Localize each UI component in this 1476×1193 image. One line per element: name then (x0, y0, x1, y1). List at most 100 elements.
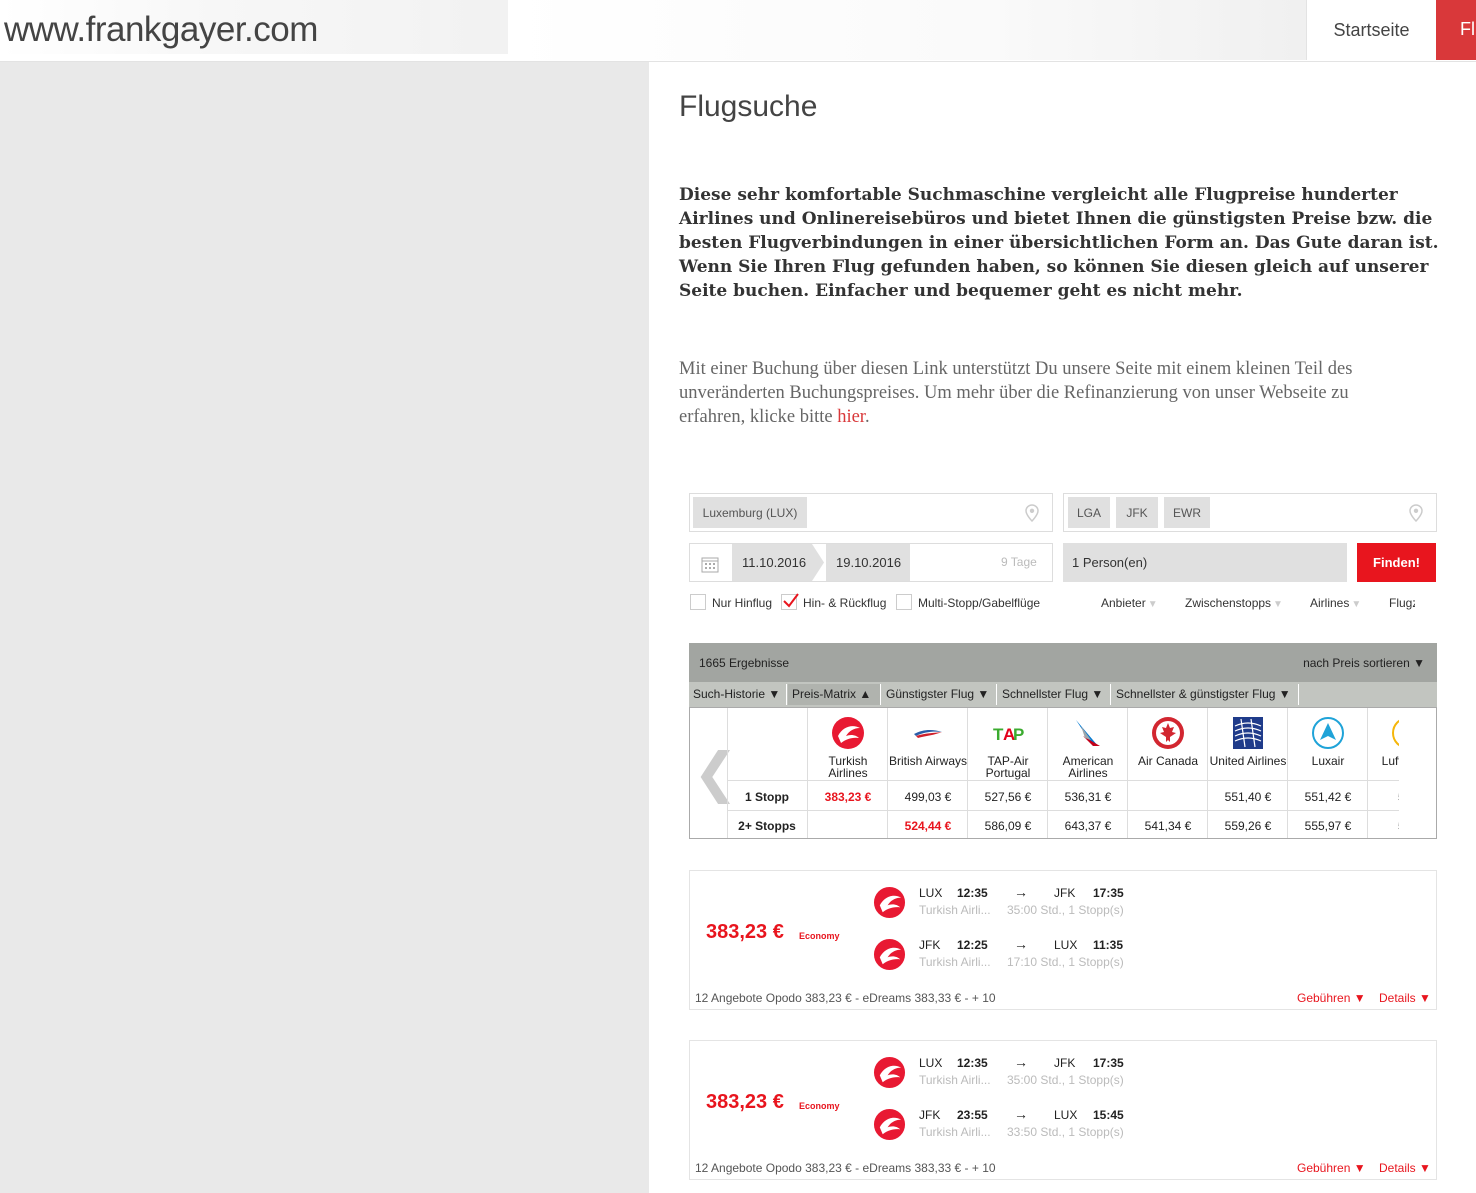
location-pin-icon (1025, 504, 1039, 522)
sort-dropdown[interactable]: nach Preis sortieren ▼ (1303, 656, 1425, 670)
matrix-price-one-stop[interactable]: 551,40 € (1208, 790, 1288, 804)
british-airways-logo-icon (911, 716, 945, 750)
tab-such-historie[interactable]: Such-Historie ▼ (689, 684, 787, 705)
matrix-price-two-stops[interactable]: 586,09 € (968, 819, 1048, 833)
location-pin-icon (1409, 504, 1423, 522)
tab-guenstigster-flug[interactable]: Günstigster Flug ▼ (882, 684, 997, 705)
calendar-icon (701, 557, 719, 573)
matrix-column[interactable]: Air Canada 541,34 € (1127, 708, 1207, 838)
matrix-price-one-stop[interactable]: 383,23 € (808, 790, 888, 804)
details-dropdown[interactable]: Details ▼ (1379, 991, 1431, 1005)
matrix-price-one-stop[interactable]: 551,42 € (1288, 790, 1368, 804)
tab-schnellster-flug[interactable]: Schnellster Flug ▼ (998, 684, 1111, 705)
filter-airlines[interactable]: Airlines ▼ (1310, 596, 1361, 610)
nav-flugsuche[interactable]: Flugsuche (1436, 0, 1476, 60)
date-field[interactable]: 11.10.2016 19.10.2016 (689, 543, 1053, 582)
flight-leg: JFK 23:55 → LUX 15:45 Turkish Airli... 33:50 S… (690, 1105, 1438, 1145)
matrix-price-two-stops[interactable]: 555,97 € (1288, 819, 1368, 833)
united-airlines-logo-icon (1231, 716, 1265, 750)
tab-schnellster-guenstigster[interactable]: Schnellster & günstigster Flug ▼ (1112, 684, 1299, 705)
tab-preis-matrix[interactable]: Preis-Matrix ▲ (788, 684, 881, 705)
matrix-airline-name: Turkish Airlines (828, 754, 868, 780)
matrix-price-two-stops[interactable]: 643,37 € (1048, 819, 1128, 833)
destination-chip-jfk[interactable]: JFK (1116, 497, 1158, 528)
leg-departure-time: 23:55 (957, 1108, 988, 1122)
matrix-column[interactable]: Turkish Airlines 383,23 € (807, 708, 887, 838)
destination-field[interactable]: LGA JFK EWR (1063, 493, 1437, 532)
tap-air-portugal-logo-icon: TAP (991, 716, 1025, 750)
matrix-price-one-stop[interactable]: 499,03 € (888, 790, 968, 804)
matrix-price-two-stops[interactable]: 524,44 € (888, 819, 968, 833)
leg-airline: Turkish Airli... (919, 1073, 991, 1087)
leg-arrow-icon: → (1014, 1106, 1028, 1122)
origin-field[interactable]: Luxemburg (LUX) (689, 493, 1053, 532)
nav-startseite[interactable]: Startseite (1306, 0, 1436, 60)
return-date[interactable]: 19.10.2016 (826, 544, 910, 581)
site-logo[interactable]: www.frankgayer.com (4, 10, 318, 50)
matrix-column[interactable]: British Airways 499,03 € 524,44 € (887, 708, 967, 838)
filter-zwischenstopps[interactable]: Zwischenstopps ▼ (1185, 596, 1283, 610)
matrix-price-two-stops[interactable]: 559,26 € (1208, 819, 1288, 833)
leg-airline: Turkish Airli... (919, 955, 991, 969)
persons-selector[interactable]: 1 Person(en) (1063, 543, 1347, 582)
leg-from: LUX (919, 1056, 943, 1070)
destination-chip-lga[interactable]: LGA (1068, 497, 1110, 528)
label-one-way: Nur Hinflug (712, 596, 773, 610)
leg-to: JFK (1054, 1056, 1076, 1070)
filter-anbieter[interactable]: Anbieter ▼ (1101, 596, 1158, 610)
chevron-down-icon: ▼ (1351, 599, 1362, 610)
offer-providers[interactable]: 12 Angebote Opodo 383,23 € - eDreams 383… (695, 991, 996, 1005)
leg-departure-time: 12:35 (957, 1056, 988, 1070)
offer-providers[interactable]: 12 Angebote Opodo 383,23 € - eDreams 383… (695, 1161, 996, 1175)
leg-arrival-time: 11:35 (1093, 938, 1124, 952)
row-label-two-stops: 2+ Stopps (738, 819, 796, 833)
label-round-trip: Hin- & Rückflug (803, 596, 887, 610)
leg-from: JFK (919, 1108, 941, 1122)
checkbox-multi-stop[interactable] (896, 594, 912, 610)
leg-duration: 33:50 Std., 1 Stopp(s) (1007, 1125, 1124, 1139)
filter-anbieter-label: Anbieter (1101, 596, 1146, 610)
row-label-one-stop: 1 Stopp (745, 790, 789, 804)
matrix-label-column: 1 Stopp 2+ Stopps (727, 708, 807, 838)
leg-arrow-icon: → (1014, 936, 1028, 952)
matrix-price-one-stop[interactable]: 527,56 € (968, 790, 1048, 804)
leg-to: LUX (1054, 1108, 1078, 1122)
fees-dropdown[interactable]: Gebühren ▼ (1297, 1161, 1366, 1175)
leg-duration: 35:00 Std., 1 Stopp(s) (1007, 1073, 1124, 1087)
note-link[interactable]: hier (837, 407, 865, 427)
matrix-airline-name: British Airways (888, 754, 968, 768)
filter-flugzeiten[interactable]: Flugzeiten (1389, 596, 1415, 610)
origin-chip[interactable]: Luxemburg (LUX) (693, 497, 807, 528)
flight-leg: LUX 12:35 → JFK 17:35 Turkish Airli... 35:00 S… (690, 883, 1438, 923)
price-matrix: ❮ ❯ 1 Stopp 2+ Stopps Turkish Airlines38… (689, 707, 1437, 839)
checkbox-round-trip[interactable] (781, 593, 799, 610)
depart-date[interactable]: 11.10.2016 (732, 544, 812, 581)
offer-card[interactable]: 383,23 € Economy LUX 12:35 → JFK 17:35 Turkish … (689, 870, 1437, 1010)
leg-duration: 35:00 Std., 1 Stopp(s) (1007, 903, 1124, 917)
matrix-price-two-stops[interactable]: 541,34 € (1128, 819, 1208, 833)
matrix-column[interactable]: American Airlines 536,31 € 643,37 € (1047, 708, 1127, 838)
details-dropdown[interactable]: Details ▼ (1379, 1161, 1431, 1175)
date-arrow-icon (812, 544, 824, 581)
left-sidebar (0, 62, 649, 1193)
turkish-airlines-logo-icon (873, 1108, 906, 1141)
results-tabs: Such-Historie ▼ Preis-Matrix ▲ Günstigst… (689, 682, 1437, 707)
offer-card[interactable]: 383,23 € Economy LUX 12:35 → JFK 17:35 Turkish … (689, 1040, 1437, 1180)
leg-airline: Turkish Airli... (919, 903, 991, 917)
destination-chip-ewr[interactable]: EWR (1164, 497, 1210, 528)
matrix-price-one-stop[interactable]: 536,31 € (1048, 790, 1128, 804)
luxair-logo-icon (1311, 716, 1345, 750)
leg-arrival-time: 15:45 (1093, 1108, 1124, 1122)
find-button[interactable]: Finden! (1357, 543, 1436, 582)
matrix-column[interactable]: Luxair 551,42 € 555,97 € (1287, 708, 1367, 838)
leg-departure-time: 12:35 (957, 886, 988, 900)
leg-arrow-icon: → (1014, 1054, 1028, 1070)
air-canada-logo-icon (1151, 716, 1185, 750)
svg-text:P: P (1013, 725, 1024, 744)
fees-dropdown[interactable]: Gebühren ▼ (1297, 991, 1366, 1005)
leg-departure-time: 12:25 (957, 938, 988, 952)
chevron-down-icon: ▼ (1273, 599, 1283, 610)
matrix-column[interactable]: United Airlines 551,40 € 559,26 € (1207, 708, 1287, 838)
matrix-column[interactable]: T A P TAP-Air Portugal 527,56 € 586,09 € (967, 708, 1047, 838)
checkbox-one-way[interactable] (690, 594, 706, 610)
